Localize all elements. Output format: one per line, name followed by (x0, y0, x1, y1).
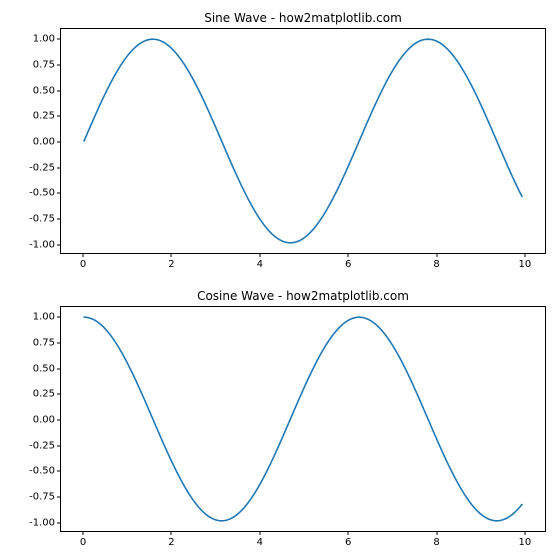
xtick-label: 6 (345, 259, 351, 270)
xtick-mark (259, 531, 260, 535)
xtick-mark (259, 253, 260, 257)
ytick-mark (57, 522, 61, 523)
ytick-mark (57, 142, 61, 143)
xtick-mark (436, 531, 437, 535)
xtick-mark (348, 531, 349, 535)
xtick-label: 8 (433, 537, 439, 548)
figure: Sine Wave - how2matplotlib.com -1.00 -0.7… (0, 0, 560, 560)
ytick-label: -0.75 (29, 492, 55, 503)
cosine-title: Cosine Wave - how2matplotlib.com (61, 289, 545, 303)
ytick-label: -1.00 (29, 239, 55, 250)
xtick-mark (83, 531, 84, 535)
ytick-label: 0.00 (33, 137, 55, 148)
ytick-label: 0.75 (33, 59, 55, 70)
xtick-label: 4 (257, 537, 263, 548)
ytick-label: 0.25 (33, 389, 55, 400)
ytick-mark (57, 342, 61, 343)
xtick-label: 8 (433, 259, 439, 270)
ytick-mark (57, 471, 61, 472)
xtick-mark (83, 253, 84, 257)
ytick-label: 0.75 (33, 337, 55, 348)
cosine-chart: Cosine Wave - how2matplotlib.com -1.00-0… (60, 306, 546, 532)
xtick-mark (171, 531, 172, 535)
cosine-line (61, 307, 545, 531)
xtick-mark (171, 253, 172, 257)
ytick-label: 1.00 (33, 34, 55, 45)
xtick-label: 0 (80, 259, 86, 270)
ytick-mark (57, 167, 61, 168)
sine-line (61, 29, 545, 253)
ytick-label: -0.25 (29, 162, 55, 173)
ytick-label: -1.00 (29, 517, 55, 528)
xtick-mark (436, 253, 437, 257)
ytick-mark (57, 90, 61, 91)
ytick-mark (57, 193, 61, 194)
ytick-mark (57, 39, 61, 40)
ytick-mark (57, 219, 61, 220)
ytick-mark (57, 64, 61, 65)
xtick-mark (348, 253, 349, 257)
xtick-mark (524, 253, 525, 257)
ytick-label: -0.50 (29, 466, 55, 477)
ytick-mark (57, 244, 61, 245)
ytick-label: 0.50 (33, 85, 55, 96)
ytick-mark (57, 317, 61, 318)
xtick-label: 10 (519, 537, 532, 548)
ytick-label: -0.75 (29, 214, 55, 225)
ytick-label: 0.50 (33, 363, 55, 374)
xtick-label: 2 (168, 537, 174, 548)
ytick-label: 1.00 (33, 312, 55, 323)
ytick-mark (57, 394, 61, 395)
xtick-label: 2 (168, 259, 174, 270)
ytick-mark (57, 116, 61, 117)
ytick-label: 0.25 (33, 111, 55, 122)
ytick-label: 0.00 (33, 415, 55, 426)
xtick-label: 0 (80, 537, 86, 548)
ytick-label: -0.50 (29, 188, 55, 199)
xtick-label: 4 (257, 259, 263, 270)
sine-title: Sine Wave - how2matplotlib.com (61, 11, 545, 25)
ytick-mark (57, 445, 61, 446)
ytick-label: -0.25 (29, 440, 55, 451)
xtick-label: 6 (345, 537, 351, 548)
ytick-mark (57, 420, 61, 421)
ytick-mark (57, 368, 61, 369)
ytick-mark (57, 497, 61, 498)
xtick-label: 10 (519, 259, 532, 270)
xtick-mark (524, 531, 525, 535)
sine-chart: Sine Wave - how2matplotlib.com -1.00-0.7… (60, 28, 546, 254)
